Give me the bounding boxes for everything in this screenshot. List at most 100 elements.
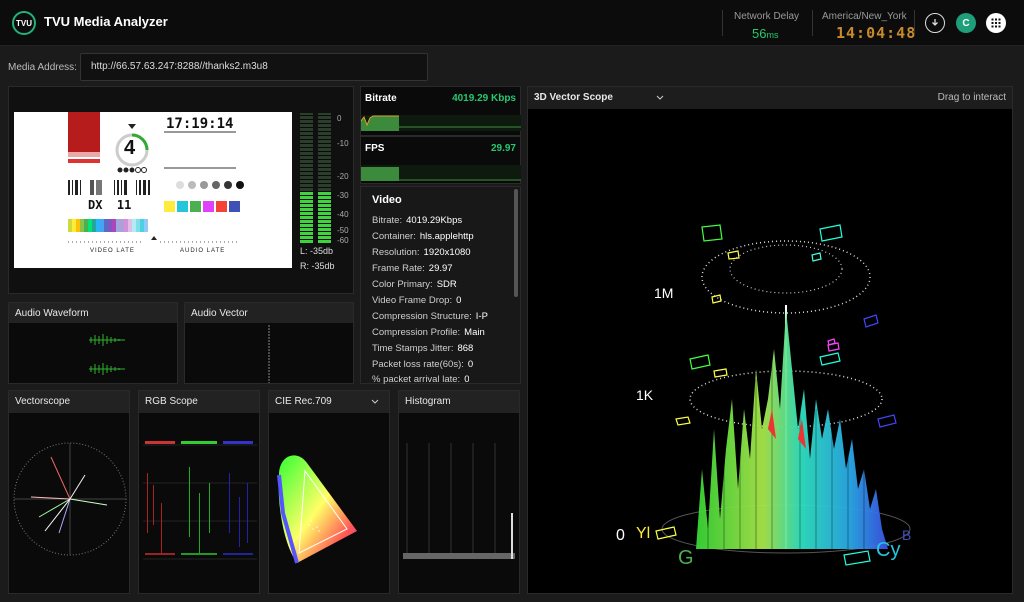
info-label: Color Primary: [372, 279, 433, 290]
info-label: Time Stamps Jitter: [372, 343, 454, 354]
audio-vector-graph [268, 325, 270, 383]
preview-timecode: 17:19:14 [166, 116, 234, 132]
meter-tick: -30 [337, 191, 349, 200]
info-label: Frame Rate: [372, 263, 425, 274]
logo-text: TVU [16, 18, 32, 28]
bitrate-label: Bitrate [365, 93, 397, 104]
info-row: Compression Structure: I-P [372, 311, 488, 322]
info-value: 0 [456, 295, 462, 306]
countdown-number: 4 [124, 137, 136, 159]
info-row: Color Primary: SDR [372, 279, 457, 290]
audio-vector-title: Audio Vector [185, 303, 353, 323]
info-value: SDR [436, 279, 457, 290]
scope-label-cy: Cy [876, 539, 901, 561]
fps-label: FPS [365, 143, 385, 154]
video-info-title: Video [372, 194, 402, 206]
apps-grid-icon[interactable] [986, 13, 1006, 33]
download-icon[interactable] [925, 13, 945, 33]
audio-meter-right-level [318, 191, 331, 243]
info-row: Compression Profile: Main [372, 327, 485, 338]
info-label: Compression Profile: [372, 327, 461, 338]
info-row: Time Stamps Jitter: 868 [372, 343, 473, 354]
info-row: Frame Rate: 29.97 [372, 263, 453, 274]
rgb-scope-panel[interactable]: RGB Scope [138, 390, 260, 594]
info-value: hls.applehttp [419, 231, 474, 242]
audio-waveform-graph [89, 334, 125, 375]
info-label: Compression Structure: [372, 311, 472, 322]
chevron-down-icon[interactable] [656, 95, 664, 101]
download-glyph [932, 19, 938, 26]
drag-hint: Drag to interact [937, 92, 1006, 103]
audio-meter-left-empty [300, 113, 313, 191]
bitrate-value: 4019.29 Kbps [452, 93, 516, 104]
media-address-label: Media Address: [8, 62, 77, 73]
meter-tick: -10 [337, 139, 349, 148]
divider [812, 10, 813, 36]
media-address-input[interactable]: http://66.57.63.247:8288//thanks2.m3u8 [80, 53, 428, 81]
info-label: Packet loss rate(60s): [372, 359, 464, 370]
info-label: Bitrate: [372, 215, 403, 226]
audio-waveform-panel[interactable]: Audio Waveform [8, 302, 178, 384]
vectorscope-panel[interactable]: Vectorscope [8, 390, 130, 594]
info-value: 0 [464, 374, 470, 384]
info-row: Packet loss rate(60s): 0 [372, 359, 473, 370]
info-row: % packet arrival late: 0 [372, 374, 469, 384]
meter-tick: -50 [337, 226, 349, 235]
avatar-initial: C [962, 17, 970, 29]
info-value: 1920x1080 [423, 247, 471, 258]
info-label: Resolution: [372, 247, 420, 258]
tvu-logo-icon: TVU [12, 11, 36, 35]
cie-panel[interactable]: CIE Rec.709 [268, 390, 390, 594]
info-label: Video Frame Drop: [372, 295, 453, 306]
audio-waveform-title: Audio Waveform [9, 303, 177, 323]
info-value: I-P [475, 311, 488, 322]
bitrate-graph [361, 115, 521, 131]
clock-display: 14:04:48 [836, 24, 917, 42]
info-value: Main [464, 327, 485, 338]
info-label: Container: [372, 231, 416, 242]
scope-label-1m: 1M [654, 285, 674, 301]
audio-meter-left [300, 113, 313, 243]
scope-label-zero: 0 [616, 527, 625, 544]
rgb-scope-graph [143, 441, 257, 560]
video-late-label: VIDEO LATE [90, 248, 135, 254]
info-row: Bitrate: 4019.29Kbps [372, 215, 462, 226]
audio-vector-panel[interactable]: Audio Vector [184, 302, 354, 384]
vector3d-header: 3D Vector Scope Drag to interact [528, 87, 1012, 109]
user-avatar[interactable]: C [956, 13, 976, 33]
meter-tick: -20 [337, 172, 349, 181]
vectorscope-graph [13, 442, 127, 556]
right-db-readout: R: -35db [300, 261, 335, 271]
vector3d-panel[interactable]: 3D Vector Scope Drag to interact 1M 1K 0… [527, 86, 1013, 594]
timezone-label: America/New_York [822, 11, 907, 22]
vector3d-title[interactable]: 3D Vector Scope [534, 92, 613, 103]
grid-glyph [991, 18, 1001, 28]
info-row: Resolution: 1920x1080 [372, 247, 471, 258]
info-value: 29.97 [428, 263, 453, 274]
divider [722, 10, 723, 36]
video-preview[interactable] [14, 112, 292, 268]
scope-label-b: B [902, 527, 912, 543]
info-scrollbar[interactable] [514, 189, 518, 297]
network-delay-value: 56ms [752, 26, 778, 41]
histogram-title: Histogram [399, 391, 519, 413]
info-row: Container: hls.applehttp [372, 231, 474, 242]
meter-tick: -40 [337, 210, 349, 219]
audio-meter-left-level [300, 191, 313, 243]
info-row: Video Frame Drop: 0 [372, 295, 461, 306]
divider [914, 10, 915, 36]
chevron-down-icon[interactable] [371, 399, 379, 405]
rgb-scope-title: RGB Scope [139, 391, 259, 413]
audio-late-label: AUDIO LATE [180, 248, 226, 254]
meter-tick: -60 [337, 236, 349, 245]
fps-panel: FPS 29.97 [360, 136, 521, 184]
info-value: 868 [457, 343, 474, 354]
info-label: % packet arrival late: [372, 374, 461, 384]
vectorscope-title: Vectorscope [9, 391, 129, 413]
cie-graph [277, 455, 357, 564]
scope-label-yl: Yl [636, 525, 651, 542]
fps-graph [361, 165, 521, 181]
histogram-panel[interactable]: Histogram [398, 390, 520, 594]
scope-label-1k: 1K [636, 387, 654, 403]
info-value: 0 [467, 359, 474, 370]
